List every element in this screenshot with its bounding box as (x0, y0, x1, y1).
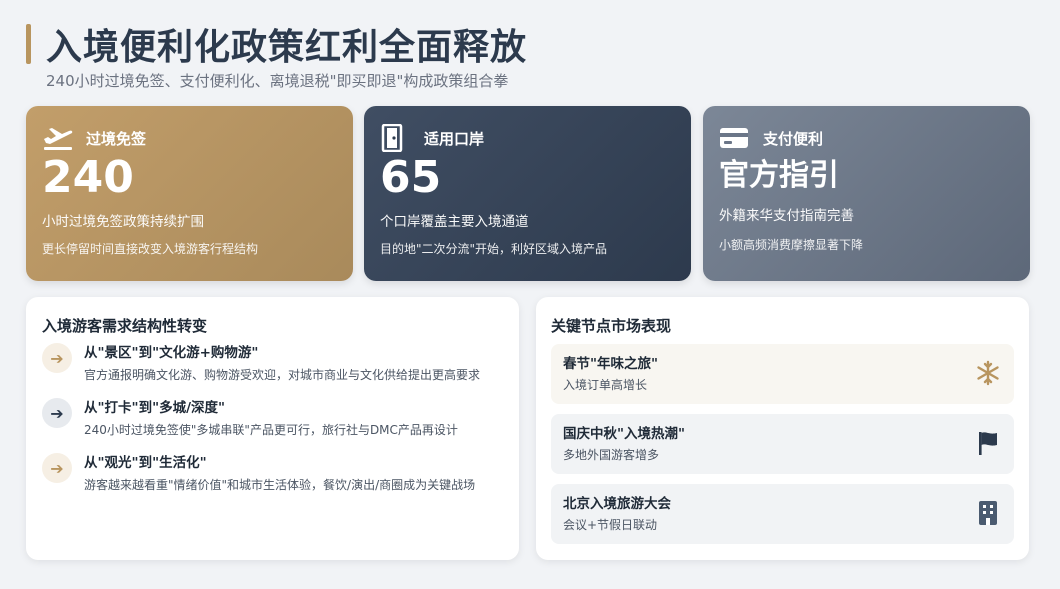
stat-card-ports: 适用口岸 65 个口岸覆盖主要入境通道 目的地"二次分流"开始，利好区域入境产品 (364, 106, 691, 281)
card-value: 240 (42, 152, 134, 203)
snowflake-icon (974, 359, 1002, 387)
item-title: 从"景区"到"文化游+购物游" (84, 345, 259, 361)
list-item: ➔ 从"景区"到"文化游+购物游" 官方通报明确文化游、购物游受欢迎，对城市商业… (42, 343, 480, 383)
item-text: 240小时过境免签使"多城串联"产品更可行，旅行社与DMC产品再设计 (84, 423, 458, 437)
list-item: 国庆中秋"入境热潮" 多地外国游客增多 (551, 414, 1014, 474)
door-icon (380, 124, 414, 152)
title-accent-bar (26, 24, 31, 64)
card-note: 更长停留时间直接改变入境游客行程结构 (42, 242, 259, 256)
panel-title: 入境游客需求结构性转变 (42, 317, 208, 335)
list-item: 北京入境旅游大会 会议+节假日联动 (551, 484, 1014, 544)
list-item: ➔ 从"观光"到"生活化" 游客越来越看重"情绪价值"和城市生活体验，餐饮/演出… (42, 453, 475, 493)
event-title: 春节"年味之旅" (563, 356, 659, 372)
card-label: 支付便利 (763, 129, 824, 148)
event-title: 国庆中秋"入境热潮" (563, 426, 686, 442)
card-description: 外籍来华支付指南完善 (719, 208, 854, 224)
credit-card-icon (719, 124, 753, 152)
item-text: 官方通报明确文化游、购物游受欢迎，对城市商业与文化供给提出更高要求 (84, 368, 481, 382)
card-description: 个口岸覆盖主要入境通道 (380, 214, 529, 230)
arrow-right-icon: ➔ (42, 398, 72, 428)
event-subtitle: 会议+节假日联动 (563, 518, 658, 532)
item-title: 从"观光"到"生活化" (84, 455, 207, 471)
card-label: 过境免签 (86, 129, 147, 148)
arrow-right-icon: ➔ (42, 453, 72, 483)
panel-title: 关键节点市场表现 (551, 317, 672, 335)
card-note: 小额高频消费摩擦显著下降 (719, 238, 864, 252)
building-icon (974, 499, 1002, 527)
event-title: 北京入境旅游大会 (563, 496, 671, 512)
airplane-departure-icon (42, 124, 76, 152)
page-subtitle: 240小时过境免签、支付便利化、离境退税"即买即退"构成政策组合拳 (46, 72, 509, 90)
card-note: 目的地"二次分流"开始，利好区域入境产品 (380, 242, 608, 256)
list-item: 春节"年味之旅" 入境订单高增长 (551, 344, 1014, 404)
stat-card-payment: 支付便利 官方指引 外籍来华支付指南完善 小额高频消费摩擦显著下降 (703, 106, 1030, 281)
arrow-right-icon: ➔ (42, 343, 72, 373)
card-value: 65 (380, 152, 442, 203)
card-value: 官方指引 (719, 158, 839, 193)
key-events-panel: 关键节点市场表现 春节"年味之旅" 入境订单高增长 国庆中秋"入境热潮" 多地外… (536, 297, 1029, 560)
demand-shift-panel: 入境游客需求结构性转变 ➔ 从"景区"到"文化游+购物游" 官方通报明确文化游、… (26, 297, 519, 560)
card-label: 适用口岸 (424, 129, 485, 148)
page-title: 入境便利化政策红利全面释放 (46, 27, 528, 68)
event-subtitle: 多地外国游客增多 (563, 448, 660, 462)
item-text: 游客越来越看重"情绪价值"和城市生活体验，餐饮/演出/商圈成为关键战场 (84, 478, 476, 492)
list-item: ➔ 从"打卡"到"多城/深度" 240小时过境免签使"多城串联"产品更可行，旅行… (42, 398, 458, 438)
item-title: 从"打卡"到"多城/深度" (84, 400, 226, 416)
event-subtitle: 入境订单高增长 (563, 378, 648, 392)
stat-card-transit-visa: 过境免签 240 小时过境免签政策持续扩围 更长停留时间直接改变入境游客行程结构 (26, 106, 353, 281)
flag-icon (974, 429, 1002, 457)
card-description: 小时过境免签政策持续扩围 (42, 214, 204, 230)
